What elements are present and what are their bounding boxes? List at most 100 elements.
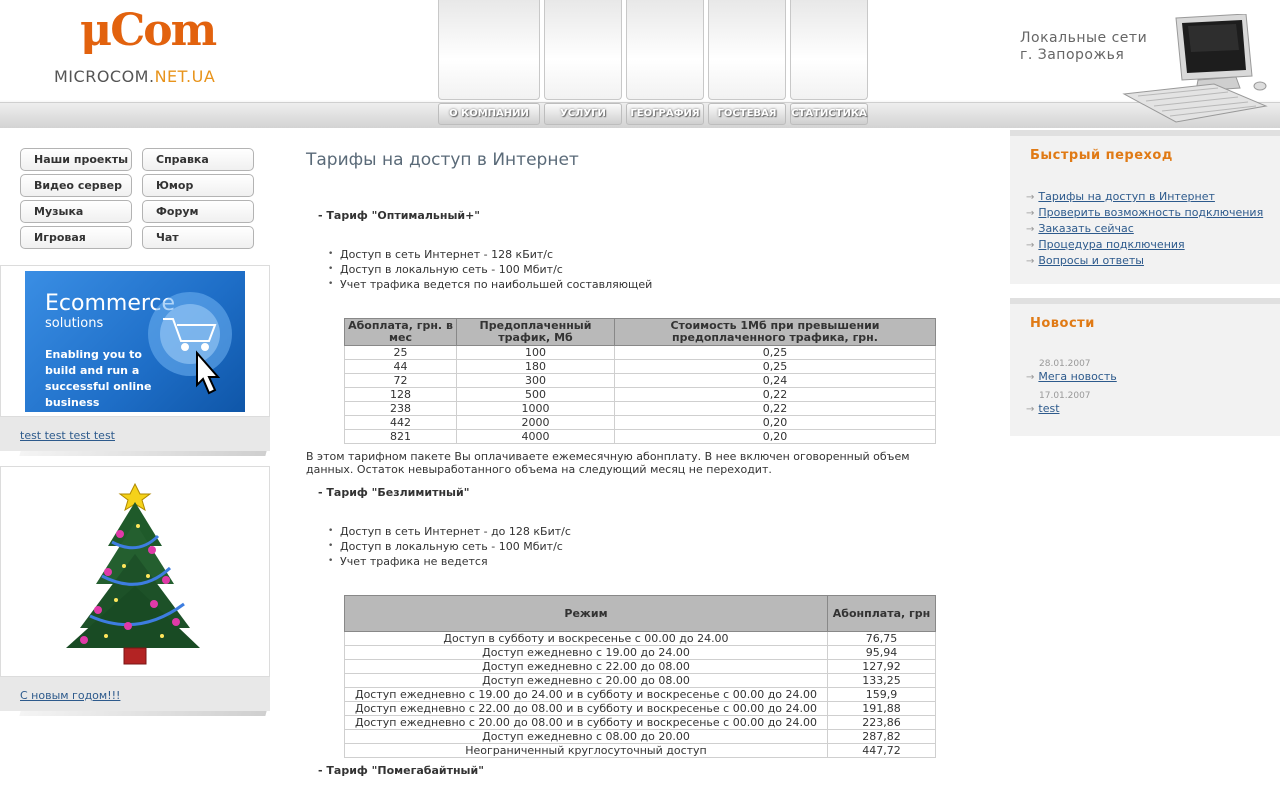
- sidebar-btn-humor[interactable]: Юмор: [142, 174, 254, 197]
- tariff-optimal-heading: - Тариф "Оптимальный+": [318, 209, 481, 222]
- sidebar-btn-forum[interactable]: Форум: [142, 200, 254, 223]
- tariff-optimal-features: Доступ в сеть Интернет - 128 кБит/с Дост…: [326, 247, 652, 292]
- table-row: 238 1000 0,22: [344, 401, 936, 416]
- logo-text-main: MICROCOM.: [54, 67, 155, 86]
- banner-shadow: [19, 451, 267, 456]
- news-link[interactable]: test: [1038, 402, 1059, 415]
- sidebar-btn-chat[interactable]: Чат: [142, 226, 254, 249]
- table-cell: 133,25: [827, 673, 936, 688]
- quick-link-text[interactable]: Вопросы и ответы: [1038, 254, 1144, 267]
- col-header: Абоплата, грн. в мес: [344, 318, 457, 346]
- table-cell: 300: [456, 373, 615, 388]
- quick-link[interactable]: → Процедура подключения: [1026, 238, 1185, 251]
- table-cell: Доступ ежедневно с 20.00 до 08.00 и в су…: [344, 715, 828, 730]
- table-cell: 25: [344, 345, 457, 360]
- table-row: Доступ ежедневно с 19.00 до 24.00 95,94: [344, 645, 936, 660]
- table-cell: Доступ ежедневно с 19.00 до 24.00: [344, 645, 828, 660]
- banner-link[interactable]: test test test test: [20, 429, 115, 442]
- quick-links-title: Быстрый переход: [1030, 148, 1173, 163]
- nav-statistics[interactable]: СТАТИСТИКА: [790, 103, 868, 125]
- quick-link-text[interactable]: Проверить возможность подключения: [1038, 206, 1263, 219]
- nav-guestbook[interactable]: ГОСТЕВАЯ: [708, 103, 786, 125]
- nav-about[interactable]: О КОМПАНИИ: [438, 103, 540, 125]
- feature-item: Учет трафика ведется по наибольшей соста…: [326, 277, 652, 292]
- feature-item: Учет трафика не ведется: [326, 554, 571, 569]
- tariff-unlimited-table: Режим Абонплата, грн Доступ в субботу и …: [344, 595, 936, 758]
- nav-tile-1: [438, 0, 540, 100]
- cart-icon: [148, 292, 232, 395]
- quick-link[interactable]: → Проверить возможность подключения: [1026, 206, 1263, 219]
- arrow-icon: →: [1026, 240, 1035, 251]
- table-cell: Доступ ежедневно с 22.00 до 08.00 и в су…: [344, 701, 828, 716]
- table-row: 44 180 0,25: [344, 359, 936, 374]
- table-cell: 100: [456, 345, 615, 360]
- nav-services[interactable]: УСЛУГИ: [544, 103, 622, 125]
- news-date: 28.01.2007: [1039, 359, 1091, 369]
- table-row: Доступ ежедневно с 20.00 до 08.00 и в су…: [344, 715, 936, 730]
- table-cell: 0,20: [614, 429, 936, 444]
- table-row: Доступ в субботу и воскресенье с 00.00 д…: [344, 631, 936, 646]
- sidebar-btn-music[interactable]: Музыка: [20, 200, 132, 223]
- col-header: Абонплата, грн: [827, 595, 936, 632]
- xmas-shadow: [19, 711, 267, 716]
- arrow-icon: →: [1026, 192, 1035, 203]
- table-cell: Неограниченный круглосуточный доступ: [344, 743, 828, 758]
- col-header: Стоимость 1Мб при превышении предоплачен…: [614, 318, 936, 346]
- logo-mark[interactable]: μCom: [80, 6, 217, 56]
- sidebar-btn-video[interactable]: Видео сервер: [20, 174, 132, 197]
- banner-subtitle: solutions: [45, 316, 104, 331]
- table-cell: 127,92: [827, 659, 936, 674]
- arrow-icon: →: [1026, 404, 1035, 415]
- table-cell: 0,24: [614, 373, 936, 388]
- table-row: 25 100 0,25: [344, 345, 936, 360]
- nav-tile-5: [790, 0, 868, 100]
- table-row: 72 300 0,24: [344, 373, 936, 388]
- table-cell: 2000: [456, 415, 615, 430]
- news-item[interactable]: → Мега новость: [1026, 370, 1117, 383]
- quick-link[interactable]: → Заказать сейчас: [1026, 222, 1134, 235]
- table-cell: Доступ ежедневно с 08.00 до 20.00: [344, 729, 828, 744]
- news-title: Новости: [1030, 316, 1095, 331]
- table-cell: 447,72: [827, 743, 936, 758]
- table-cell: Доступ в субботу и воскресенье с 00.00 д…: [344, 631, 828, 646]
- banner-footer: test test test test: [0, 417, 270, 451]
- quick-link-text[interactable]: Процедура подключения: [1038, 238, 1184, 251]
- table-row: Доступ ежедневно с 22.00 до 08.00 и в су…: [344, 701, 936, 716]
- nav-geography[interactable]: ГЕОГРАФИЯ: [626, 103, 704, 125]
- table-row: 442 2000 0,20: [344, 415, 936, 430]
- table-cell: Доступ ежедневно с 19.00 до 24.00 и в су…: [344, 687, 828, 702]
- sidebar-btn-help[interactable]: Справка: [142, 148, 254, 171]
- quick-link-text[interactable]: Тарифы на доступ в Интернет: [1038, 190, 1215, 203]
- table-cell: 72: [344, 373, 457, 388]
- ecommerce-banner[interactable]: Ecommerce solutions Enabling you to buil…: [25, 271, 245, 412]
- sidebar-btn-projects[interactable]: Наши проекты: [20, 148, 132, 171]
- xmas-footer: С новым годом!!!: [0, 677, 270, 711]
- arrow-icon: →: [1026, 256, 1035, 267]
- page-title: Тарифы на доступ в Интернет: [306, 150, 579, 170]
- sidebar-btn-games[interactable]: Игровая: [20, 226, 132, 249]
- quick-link-text[interactable]: Заказать сейчас: [1038, 222, 1133, 235]
- table-row: Доступ ежедневно с 22.00 до 08.00 127,92: [344, 659, 936, 674]
- table-row: Неограниченный круглосуточный доступ 447,…: [344, 743, 936, 758]
- tariff-unlimited-features: Доступ в сеть Интернет - до 128 кБит/с Д…: [326, 524, 571, 569]
- news-item[interactable]: → test: [1026, 402, 1060, 415]
- xmas-link[interactable]: С новым годом!!!: [20, 689, 120, 702]
- quick-link[interactable]: → Вопросы и ответы: [1026, 254, 1144, 267]
- news-link[interactable]: Мега новость: [1038, 370, 1116, 383]
- table-cell: 442: [344, 415, 457, 430]
- quick-link[interactable]: → Тарифы на доступ в Интернет: [1026, 190, 1215, 203]
- col-header: Предоплаченный трафик, Мб: [456, 318, 615, 346]
- table-cell: 0,20: [614, 415, 936, 430]
- arrow-icon: →: [1026, 208, 1035, 219]
- table-cell: 159,9: [827, 687, 936, 702]
- computer-illustration: [1122, 14, 1268, 123]
- logo-text[interactable]: MICROCOM.NET.UA: [54, 67, 215, 86]
- table-row: 128 500 0,22: [344, 387, 936, 402]
- table-cell: 44: [344, 359, 457, 374]
- table-cell: 95,94: [827, 645, 936, 660]
- logo-text-accent: NET.UA: [154, 67, 216, 86]
- table-cell: 500: [456, 387, 615, 402]
- table-cell: 0,25: [614, 359, 936, 374]
- table-cell: 287,82: [827, 729, 936, 744]
- table-row: 821 4000 0,20: [344, 429, 936, 444]
